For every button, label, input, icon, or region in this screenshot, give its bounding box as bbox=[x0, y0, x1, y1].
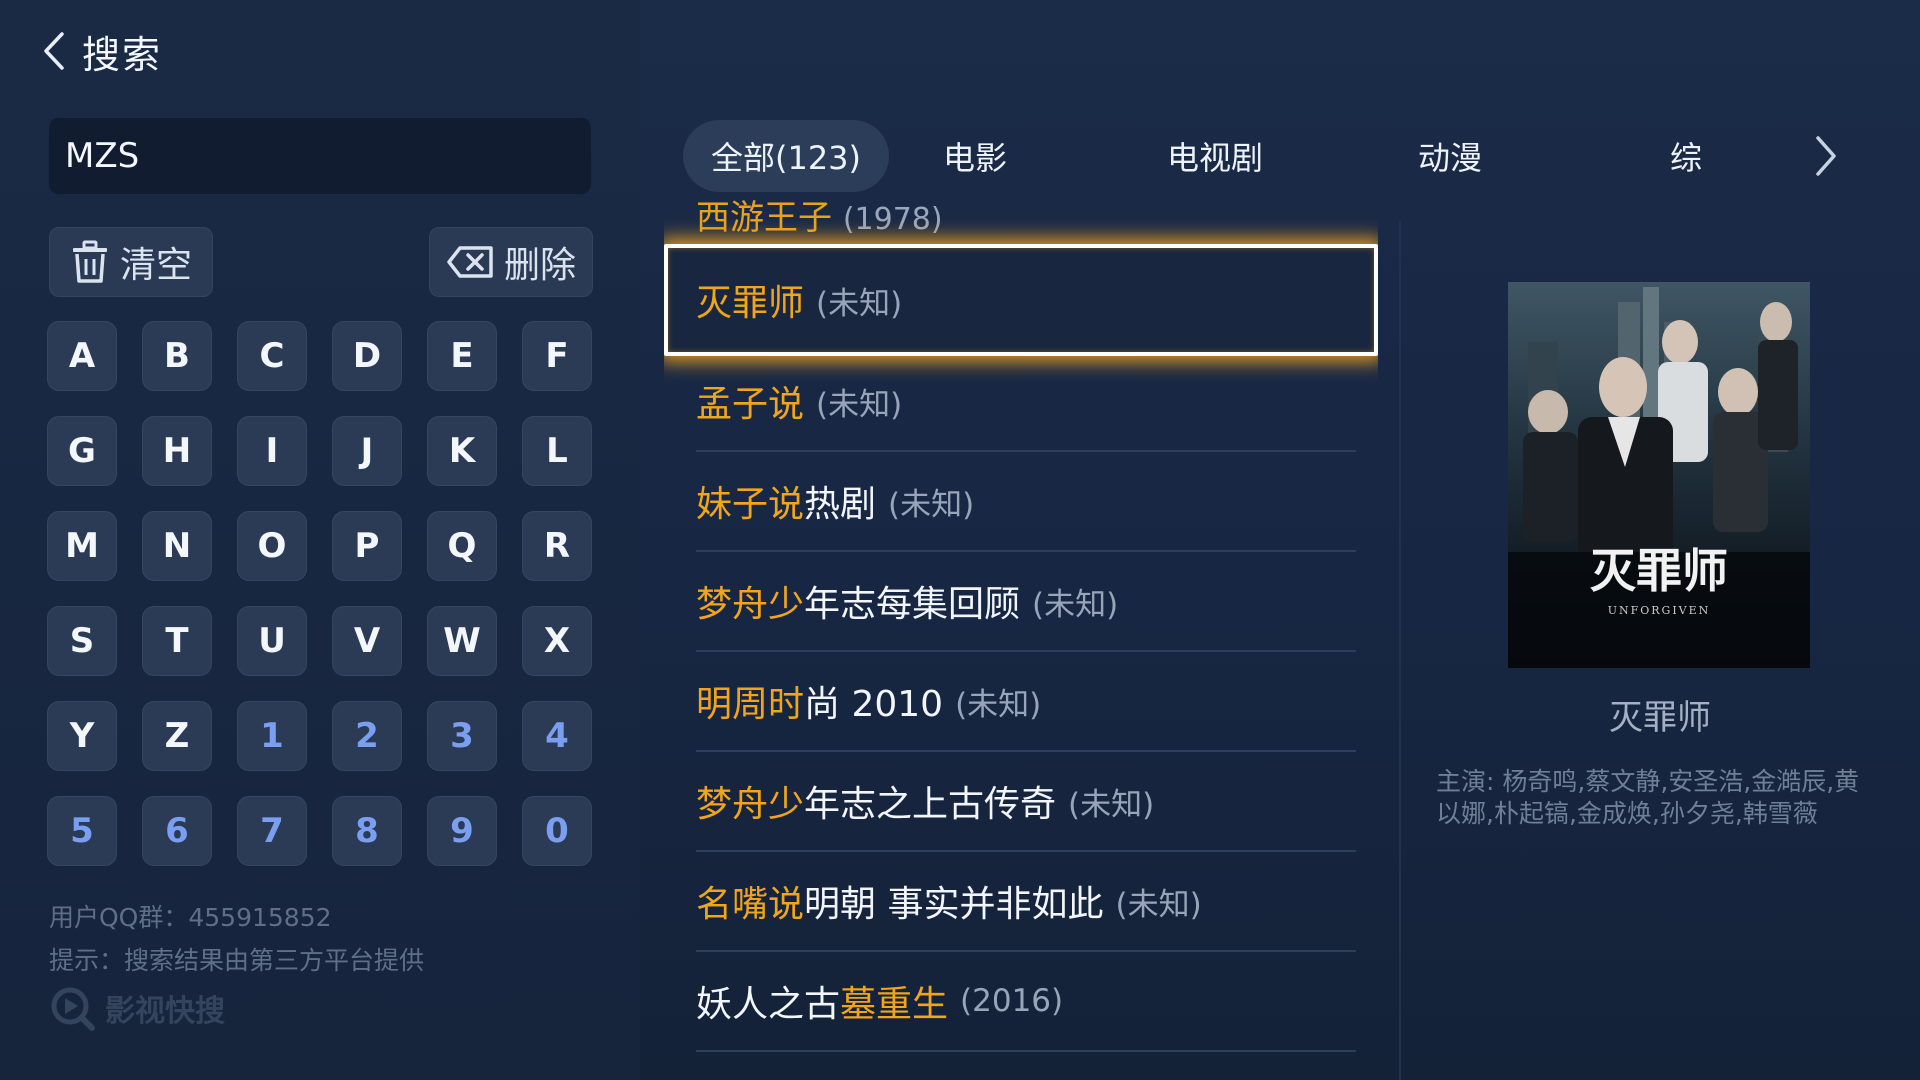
tab-variety[interactable]: 综 bbox=[1651, 120, 1721, 192]
list-item-partial[interactable]: 西游王子 (1978) bbox=[696, 200, 943, 239]
clear-button[interactable]: 清空 bbox=[49, 227, 213, 297]
hint-text: 提示：搜索结果由第三方平台提供 bbox=[49, 946, 425, 975]
result-title-highlight: 灭罪师 bbox=[696, 283, 805, 324]
result-title-highlight: 梦舟少 bbox=[696, 584, 805, 625]
key-u[interactable]: U bbox=[237, 606, 307, 676]
qq-group-text: 用户QQ群：455915852 bbox=[49, 903, 332, 932]
header: 搜索 bbox=[36, 26, 163, 77]
key-y[interactable]: Y bbox=[47, 701, 117, 771]
result-title-rest: 尚 2010 bbox=[804, 684, 944, 725]
key-t[interactable]: T bbox=[142, 606, 212, 676]
key-q[interactable]: Q bbox=[427, 511, 497, 581]
key-h[interactable]: H bbox=[142, 416, 212, 486]
chevron-right-icon[interactable] bbox=[1801, 130, 1851, 182]
search-input[interactable]: MZS bbox=[49, 118, 591, 194]
list-item[interactable]: 梦舟少 年志每集回顾 (未知) bbox=[696, 552, 1356, 652]
key-7[interactable]: 7 bbox=[237, 796, 307, 866]
key-o[interactable]: O bbox=[237, 511, 307, 581]
brand: 影视快搜 bbox=[49, 985, 225, 1031]
result-meta: (未知) bbox=[1068, 786, 1155, 823]
key-v[interactable]: V bbox=[332, 606, 402, 676]
key-e[interactable]: E bbox=[427, 321, 497, 391]
detail-title: 灭罪师 bbox=[1609, 698, 1711, 738]
result-title-rest: 明朝 事实并非如此 bbox=[804, 884, 1104, 925]
column-divider bbox=[1399, 220, 1401, 1080]
key-x[interactable]: X bbox=[522, 606, 592, 676]
result-title-rest: 年志每集回顾 bbox=[804, 584, 1021, 625]
back-arrow-icon[interactable] bbox=[36, 28, 72, 74]
key-1[interactable]: 1 bbox=[237, 701, 307, 771]
list-item[interactable]: 妖人之古 墓重生 (2016) bbox=[696, 952, 1356, 1052]
result-meta: (未知) bbox=[1032, 586, 1119, 623]
search-logo-icon bbox=[49, 985, 95, 1031]
result-meta: (未知) bbox=[955, 686, 1042, 723]
key-w[interactable]: W bbox=[427, 606, 497, 676]
result-title-highlight: 墓重生 bbox=[840, 984, 949, 1025]
poster-subtitle-text: UNFORGIVEN bbox=[1608, 604, 1711, 617]
key-r[interactable]: R bbox=[522, 511, 592, 581]
key-m[interactable]: M bbox=[47, 511, 117, 581]
key-n[interactable]: N bbox=[142, 511, 212, 581]
result-meta: (未知) bbox=[888, 486, 975, 523]
list-item[interactable]: 梦舟少 年志之上古传奇 (未知) bbox=[696, 752, 1356, 852]
key-6[interactable]: 6 bbox=[142, 796, 212, 866]
results-list: 西游王子 (1978) 灭罪师 (未知) 孟子说 (未知) 妹子说 热剧 (未知… bbox=[664, 200, 1378, 1080]
key-k[interactable]: K bbox=[427, 416, 497, 486]
list-item[interactable]: 名嘴说 明朝 事实并非如此 (未知) bbox=[696, 852, 1356, 952]
result-title-prefix: 妖人之古 bbox=[696, 984, 841, 1025]
key-p[interactable]: P bbox=[332, 511, 402, 581]
key-i[interactable]: I bbox=[237, 416, 307, 486]
result-title-rest: 热剧 bbox=[804, 484, 877, 525]
list-item[interactable]: 孟子说 (未知) bbox=[696, 352, 1356, 452]
result-title-highlight: 名嘴说 bbox=[696, 884, 805, 925]
key-d[interactable]: D bbox=[332, 321, 402, 391]
key-l[interactable]: L bbox=[522, 416, 592, 486]
key-s[interactable]: S bbox=[47, 606, 117, 676]
tab-tv-series[interactable]: 电视剧 bbox=[1135, 120, 1295, 192]
key-z[interactable]: Z bbox=[142, 701, 212, 771]
result-title-highlight: 妹子说 bbox=[696, 484, 805, 525]
clear-button-label: 清空 bbox=[119, 245, 192, 286]
list-item[interactable]: 妹子说 热剧 (未知) bbox=[696, 452, 1356, 552]
backspace-icon bbox=[446, 245, 494, 279]
poster-title-text: 灭罪师 bbox=[1590, 544, 1728, 598]
tab-movie[interactable]: 电影 bbox=[905, 120, 1045, 192]
key-5[interactable]: 5 bbox=[47, 796, 117, 866]
result-meta: (未知) bbox=[816, 386, 903, 423]
key-2[interactable]: 2 bbox=[332, 701, 402, 771]
key-8[interactable]: 8 bbox=[332, 796, 402, 866]
key-c[interactable]: C bbox=[237, 321, 307, 391]
result-meta: (未知) bbox=[816, 285, 903, 322]
page-title: 搜索 bbox=[82, 32, 163, 77]
key-f[interactable]: F bbox=[522, 321, 592, 391]
category-tabs: 全部(123) 电影 电视剧 动漫 综 bbox=[683, 120, 1843, 192]
keypad: A B C D E F G H I J K L M N O P Q R S T … bbox=[47, 321, 592, 866]
delete-button[interactable]: 删除 bbox=[429, 227, 593, 297]
cast-list: 主演: 杨奇鸣,蔡文静,安圣浩,金澔辰,黄以娜,朴起镐,金成焕,孙夕尧,韩雪薇 bbox=[1436, 767, 1860, 828]
poster-image: 灭罪师 UNFORGIVEN bbox=[1508, 282, 1810, 668]
key-4[interactable]: 4 bbox=[522, 701, 592, 771]
result-meta: (未知) bbox=[1115, 886, 1202, 923]
tab-all[interactable]: 全部(123) bbox=[683, 120, 889, 192]
result-title-highlight: 明周时 bbox=[696, 684, 805, 725]
list-item-focused[interactable]: 灭罪师 (未知) bbox=[664, 244, 1378, 356]
result-meta: (2016) bbox=[960, 983, 1064, 1019]
result-title-highlight: 西游王子 bbox=[696, 200, 832, 238]
key-j[interactable]: J bbox=[332, 416, 402, 486]
result-meta: (1978) bbox=[842, 202, 943, 237]
result-title-rest: 年志之上古传奇 bbox=[804, 784, 1057, 825]
key-9[interactable]: 9 bbox=[427, 796, 497, 866]
list-item[interactable]: 明周时 尚 2010 (未知) bbox=[696, 652, 1356, 752]
key-0[interactable]: 0 bbox=[522, 796, 592, 866]
key-g[interactable]: G bbox=[47, 416, 117, 486]
brand-name: 影视快搜 bbox=[105, 994, 225, 1029]
key-3[interactable]: 3 bbox=[427, 701, 497, 771]
key-a[interactable]: A bbox=[47, 321, 117, 391]
key-b[interactable]: B bbox=[142, 321, 212, 391]
trash-icon bbox=[70, 240, 110, 284]
delete-button-label: 删除 bbox=[503, 245, 576, 286]
result-title-highlight: 孟子说 bbox=[696, 384, 805, 425]
tab-anime[interactable]: 动漫 bbox=[1380, 120, 1520, 192]
result-title-highlight: 梦舟少 bbox=[696, 784, 805, 825]
